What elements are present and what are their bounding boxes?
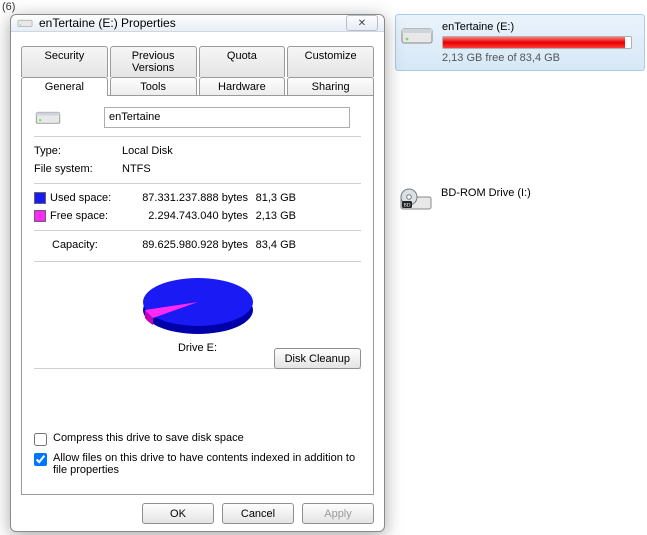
- drive-title: BD-ROM Drive (I:): [441, 187, 641, 199]
- dialog-buttons: OK Cancel Apply: [11, 495, 384, 534]
- capacity-pie-chart: [123, 270, 273, 340]
- filesystem-label: File system:: [34, 163, 122, 175]
- general-panel: Type: Local Disk File system: NTFS Used …: [21, 95, 374, 495]
- compress-checkbox-row[interactable]: Compress this drive to save disk space: [34, 432, 361, 446]
- free-label: Free space:: [50, 210, 136, 222]
- disk-cleanup-button[interactable]: Disk Cleanup: [274, 348, 361, 369]
- volume-name-input[interactable]: [104, 107, 350, 128]
- used-human: 81,3 GB: [254, 192, 302, 204]
- used-label: Used space:: [50, 192, 136, 204]
- titlebar[interactable]: enTertaine (E:) Properties ✕: [11, 15, 384, 32]
- free-swatch: [34, 210, 46, 222]
- properties-dialog: enTertaine (E:) Properties ✕ Security Pr…: [10, 14, 385, 532]
- separator: [34, 136, 361, 137]
- drive-title: enTertaine (E:): [442, 21, 640, 33]
- bdrom-icon: BD: [399, 187, 433, 215]
- hdd-icon: [34, 106, 62, 128]
- drive-subtext: 2,13 GB free of 83,4 GB: [442, 52, 640, 64]
- svg-text:BD: BD: [404, 204, 411, 209]
- dialog-title: enTertaine (E:) Properties: [39, 16, 340, 30]
- close-button[interactable]: ✕: [346, 15, 378, 31]
- tab-previous-versions[interactable]: Previous Versions: [110, 46, 197, 77]
- compress-label: Compress this drive to save disk space: [53, 432, 244, 444]
- compress-checkbox[interactable]: [34, 433, 47, 446]
- separator: [34, 183, 361, 184]
- tab-security[interactable]: Security: [21, 46, 108, 77]
- apply-button[interactable]: Apply: [302, 503, 374, 524]
- hdd-icon: [17, 16, 33, 30]
- tab-quota[interactable]: Quota: [199, 46, 286, 77]
- separator: [34, 230, 361, 231]
- drive-item-bdrom[interactable]: BD BD-ROM Drive (I:): [395, 181, 645, 221]
- tabs-row-front: General Tools Hardware Sharing: [21, 77, 374, 96]
- used-swatch: [34, 192, 46, 204]
- hdd-icon: [400, 21, 434, 49]
- tab-hardware[interactable]: Hardware: [199, 77, 286, 96]
- index-checkbox-row[interactable]: Allow files on this drive to have conten…: [34, 452, 361, 476]
- tab-tools[interactable]: Tools: [110, 77, 197, 96]
- folder-count: (6): [2, 1, 15, 13]
- index-checkbox[interactable]: [34, 453, 47, 466]
- tab-sharing[interactable]: Sharing: [287, 77, 374, 96]
- used-bytes: 87.331.237.888 bytes: [136, 192, 254, 204]
- drive-item-e[interactable]: enTertaine (E:) 2,13 GB free of 83,4 GB: [395, 14, 645, 71]
- type-value: Local Disk: [122, 145, 361, 157]
- tabs-row-back: Security Previous Versions Quota Customi…: [21, 46, 374, 77]
- tab-general[interactable]: General: [21, 77, 108, 96]
- free-bytes: 2.294.743.040 bytes: [136, 210, 254, 222]
- type-label: Type:: [34, 145, 122, 157]
- close-icon: ✕: [358, 18, 366, 29]
- capacity-human: 83,4 GB: [254, 239, 302, 251]
- ok-button[interactable]: OK: [142, 503, 214, 524]
- cancel-button[interactable]: Cancel: [222, 503, 294, 524]
- index-label: Allow files on this drive to have conten…: [53, 452, 361, 476]
- separator: [34, 261, 361, 262]
- filesystem-value: NTFS: [122, 163, 361, 175]
- capacity-label: Capacity:: [34, 239, 136, 251]
- explorer-drive-list: enTertaine (E:) 2,13 GB free of 83,4 GB …: [395, 14, 645, 221]
- usage-fill: [443, 37, 625, 48]
- tab-customize[interactable]: Customize: [287, 46, 374, 77]
- free-human: 2,13 GB: [254, 210, 302, 222]
- usage-bar: [442, 36, 632, 49]
- capacity-bytes: 89.625.980.928 bytes: [136, 239, 254, 251]
